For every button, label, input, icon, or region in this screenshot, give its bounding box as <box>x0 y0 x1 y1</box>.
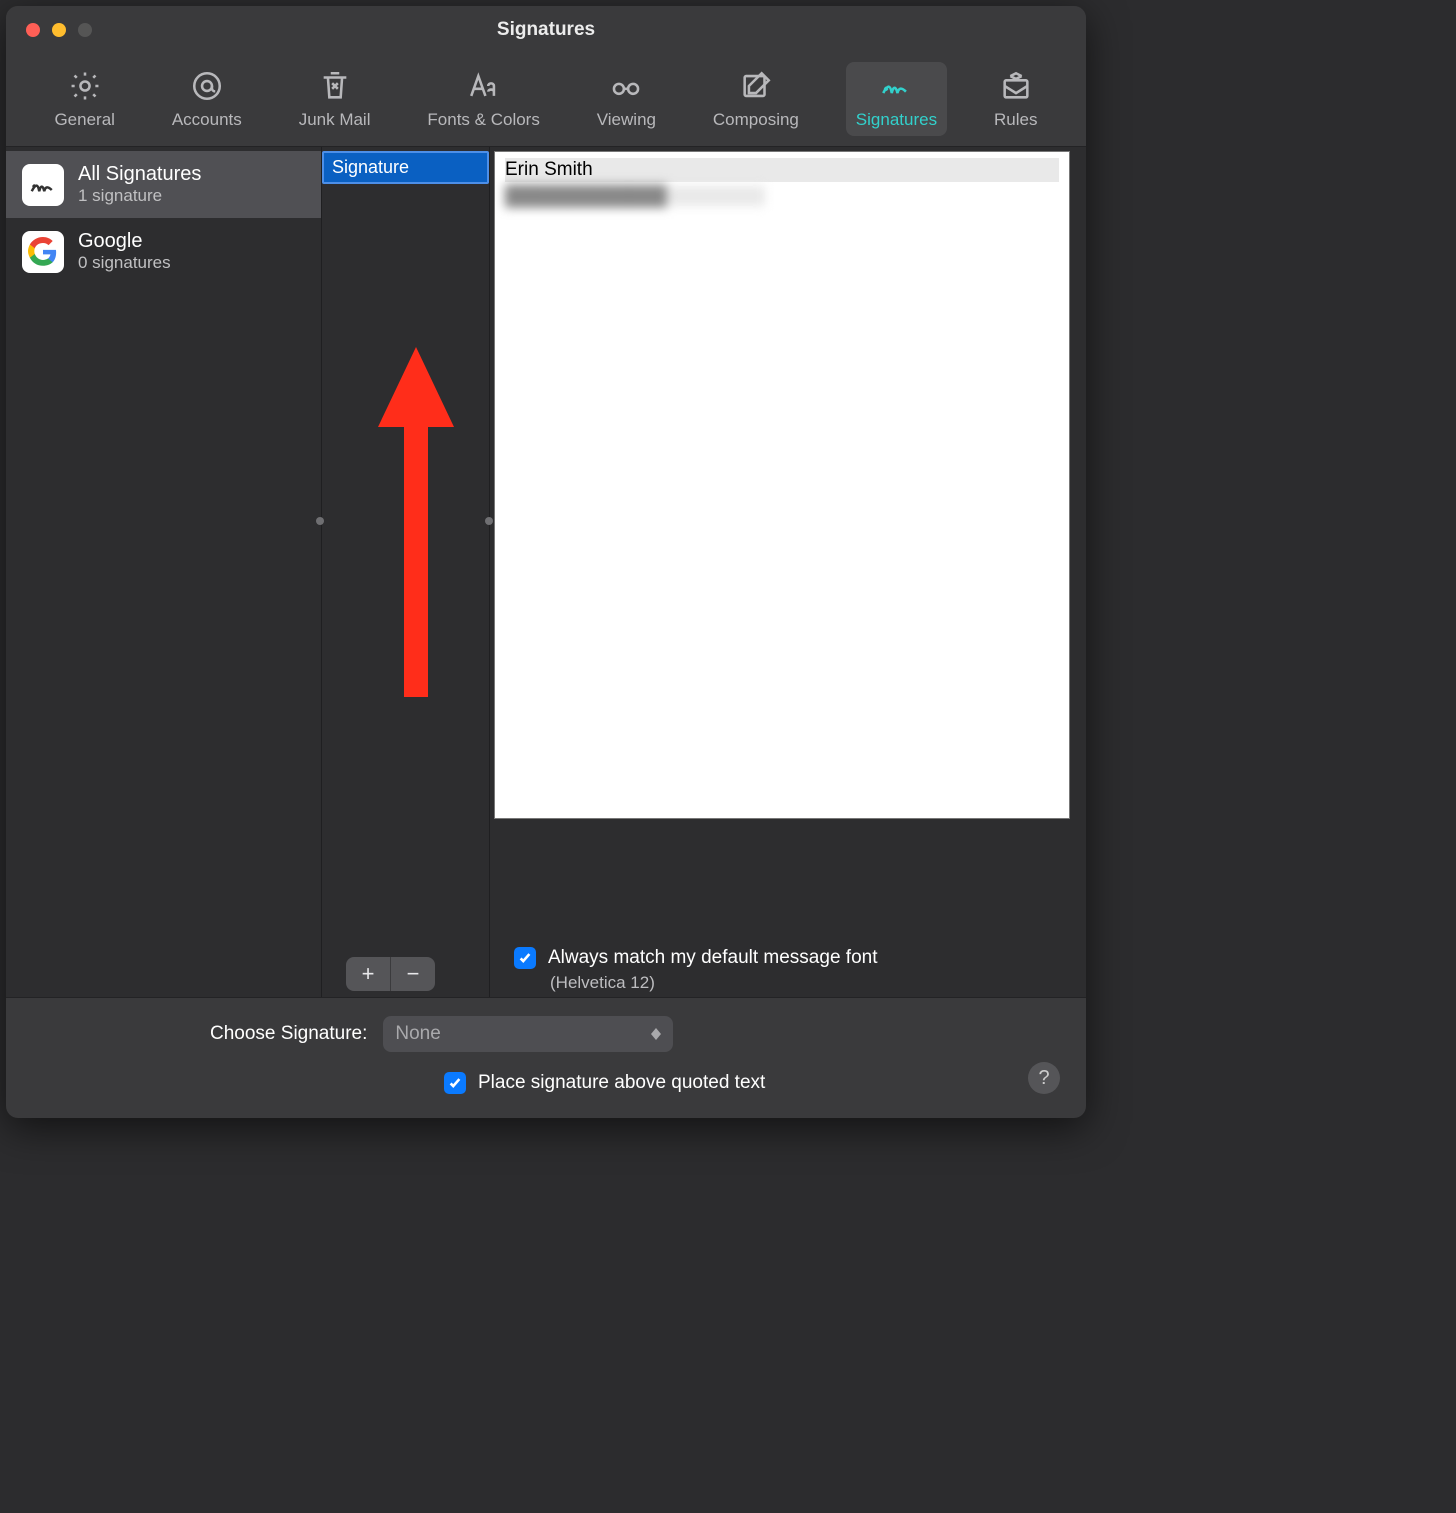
account-subtitle: 0 signatures <box>78 253 171 273</box>
tab-label: Signatures <box>856 110 937 130</box>
signature-icon <box>22 164 64 206</box>
tab-signatures[interactable]: Signatures <box>846 62 947 136</box>
bottom-bar: Choose Signature: None Place signature a… <box>6 997 1086 1118</box>
signature-editor-column: Erin Smith ████████████ <box>489 147 1086 997</box>
tab-label: Viewing <box>597 110 656 130</box>
tab-label: Composing <box>713 110 799 130</box>
preferences-toolbar: General Accounts Junk Mail Fonts & Color… <box>6 54 1086 147</box>
account-subtitle: 1 signature <box>78 186 201 206</box>
tab-accounts[interactable]: Accounts <box>162 62 252 136</box>
account-text: All Signatures 1 signature <box>78 163 201 206</box>
column-resize-handle[interactable] <box>485 517 493 525</box>
account-title: Google <box>78 230 171 253</box>
signature-email-redacted: ████████████ <box>505 186 765 206</box>
signature-icon <box>878 68 914 104</box>
select-value: None <box>395 1023 440 1045</box>
tab-junk-mail[interactable]: Junk Mail <box>289 62 381 136</box>
signature-list-column: Signature <box>321 147 489 997</box>
tab-composing[interactable]: Composing <box>703 62 809 136</box>
always-match-font-checkbox[interactable] <box>514 947 536 969</box>
zoom-window-button[interactable] <box>78 23 92 37</box>
chevron-updown-icon <box>651 1028 661 1040</box>
google-icon <box>22 231 64 273</box>
tab-viewing[interactable]: Viewing <box>587 62 666 136</box>
always-match-font-label: Always match my default message font <box>548 947 877 969</box>
remove-signature-button[interactable]: − <box>391 957 435 991</box>
window-title: Signatures <box>6 19 1086 41</box>
choose-signature-select[interactable]: None <box>383 1016 673 1052</box>
default-font-label: (Helvetica 12) <box>514 973 1066 993</box>
trash-icon <box>317 68 353 104</box>
choose-signature-label: Choose Signature: <box>210 1023 367 1045</box>
signature-list-item[interactable]: Signature <box>322 151 489 184</box>
account-google[interactable]: Google 0 signatures <box>6 218 321 285</box>
account-text: Google 0 signatures <box>78 230 171 273</box>
add-remove-toolbar: + − <box>346 957 435 991</box>
tab-rules[interactable]: Rules <box>984 62 1047 136</box>
tab-label: Accounts <box>172 110 242 130</box>
rules-icon <box>998 68 1034 104</box>
tab-label: Fonts & Colors <box>427 110 539 130</box>
tab-label: Rules <box>994 110 1037 130</box>
titlebar: Signatures <box>6 6 1086 54</box>
account-title: All Signatures <box>78 163 201 186</box>
place-above-quoted-checkbox[interactable] <box>444 1072 466 1094</box>
tab-label: General <box>54 110 114 130</box>
column-resize-handle[interactable] <box>316 517 324 525</box>
preferences-window: Signatures General Accounts Junk Mail F <box>6 6 1086 1118</box>
close-window-button[interactable] <box>26 23 40 37</box>
tab-label: Junk Mail <box>299 110 371 130</box>
place-above-quoted-label: Place signature above quoted text <box>478 1072 765 1094</box>
font-match-row: Always match my default message font (He… <box>514 947 1066 993</box>
compose-icon <box>738 68 774 104</box>
traffic-lights <box>6 23 92 37</box>
signature-name-line: Erin Smith <box>505 158 1059 182</box>
account-all-signatures[interactable]: All Signatures 1 signature <box>6 151 321 218</box>
at-icon <box>189 68 225 104</box>
font-icon <box>466 68 502 104</box>
add-signature-button[interactable]: + <box>346 957 390 991</box>
choose-signature-row: Choose Signature: None <box>30 1016 1062 1052</box>
place-signature-row: Place signature above quoted text <box>444 1072 1062 1094</box>
minimize-window-button[interactable] <box>52 23 66 37</box>
tab-fonts-colors[interactable]: Fonts & Colors <box>417 62 549 136</box>
glasses-icon <box>608 68 644 104</box>
gear-icon <box>67 68 103 104</box>
help-button[interactable]: ? <box>1028 1062 1060 1094</box>
accounts-column: All Signatures 1 signature Google 0 sign… <box>6 147 321 997</box>
content-area: All Signatures 1 signature Google 0 sign… <box>6 147 1086 997</box>
tab-general[interactable]: General <box>44 62 124 136</box>
signature-editor[interactable]: Erin Smith ████████████ <box>494 151 1070 819</box>
